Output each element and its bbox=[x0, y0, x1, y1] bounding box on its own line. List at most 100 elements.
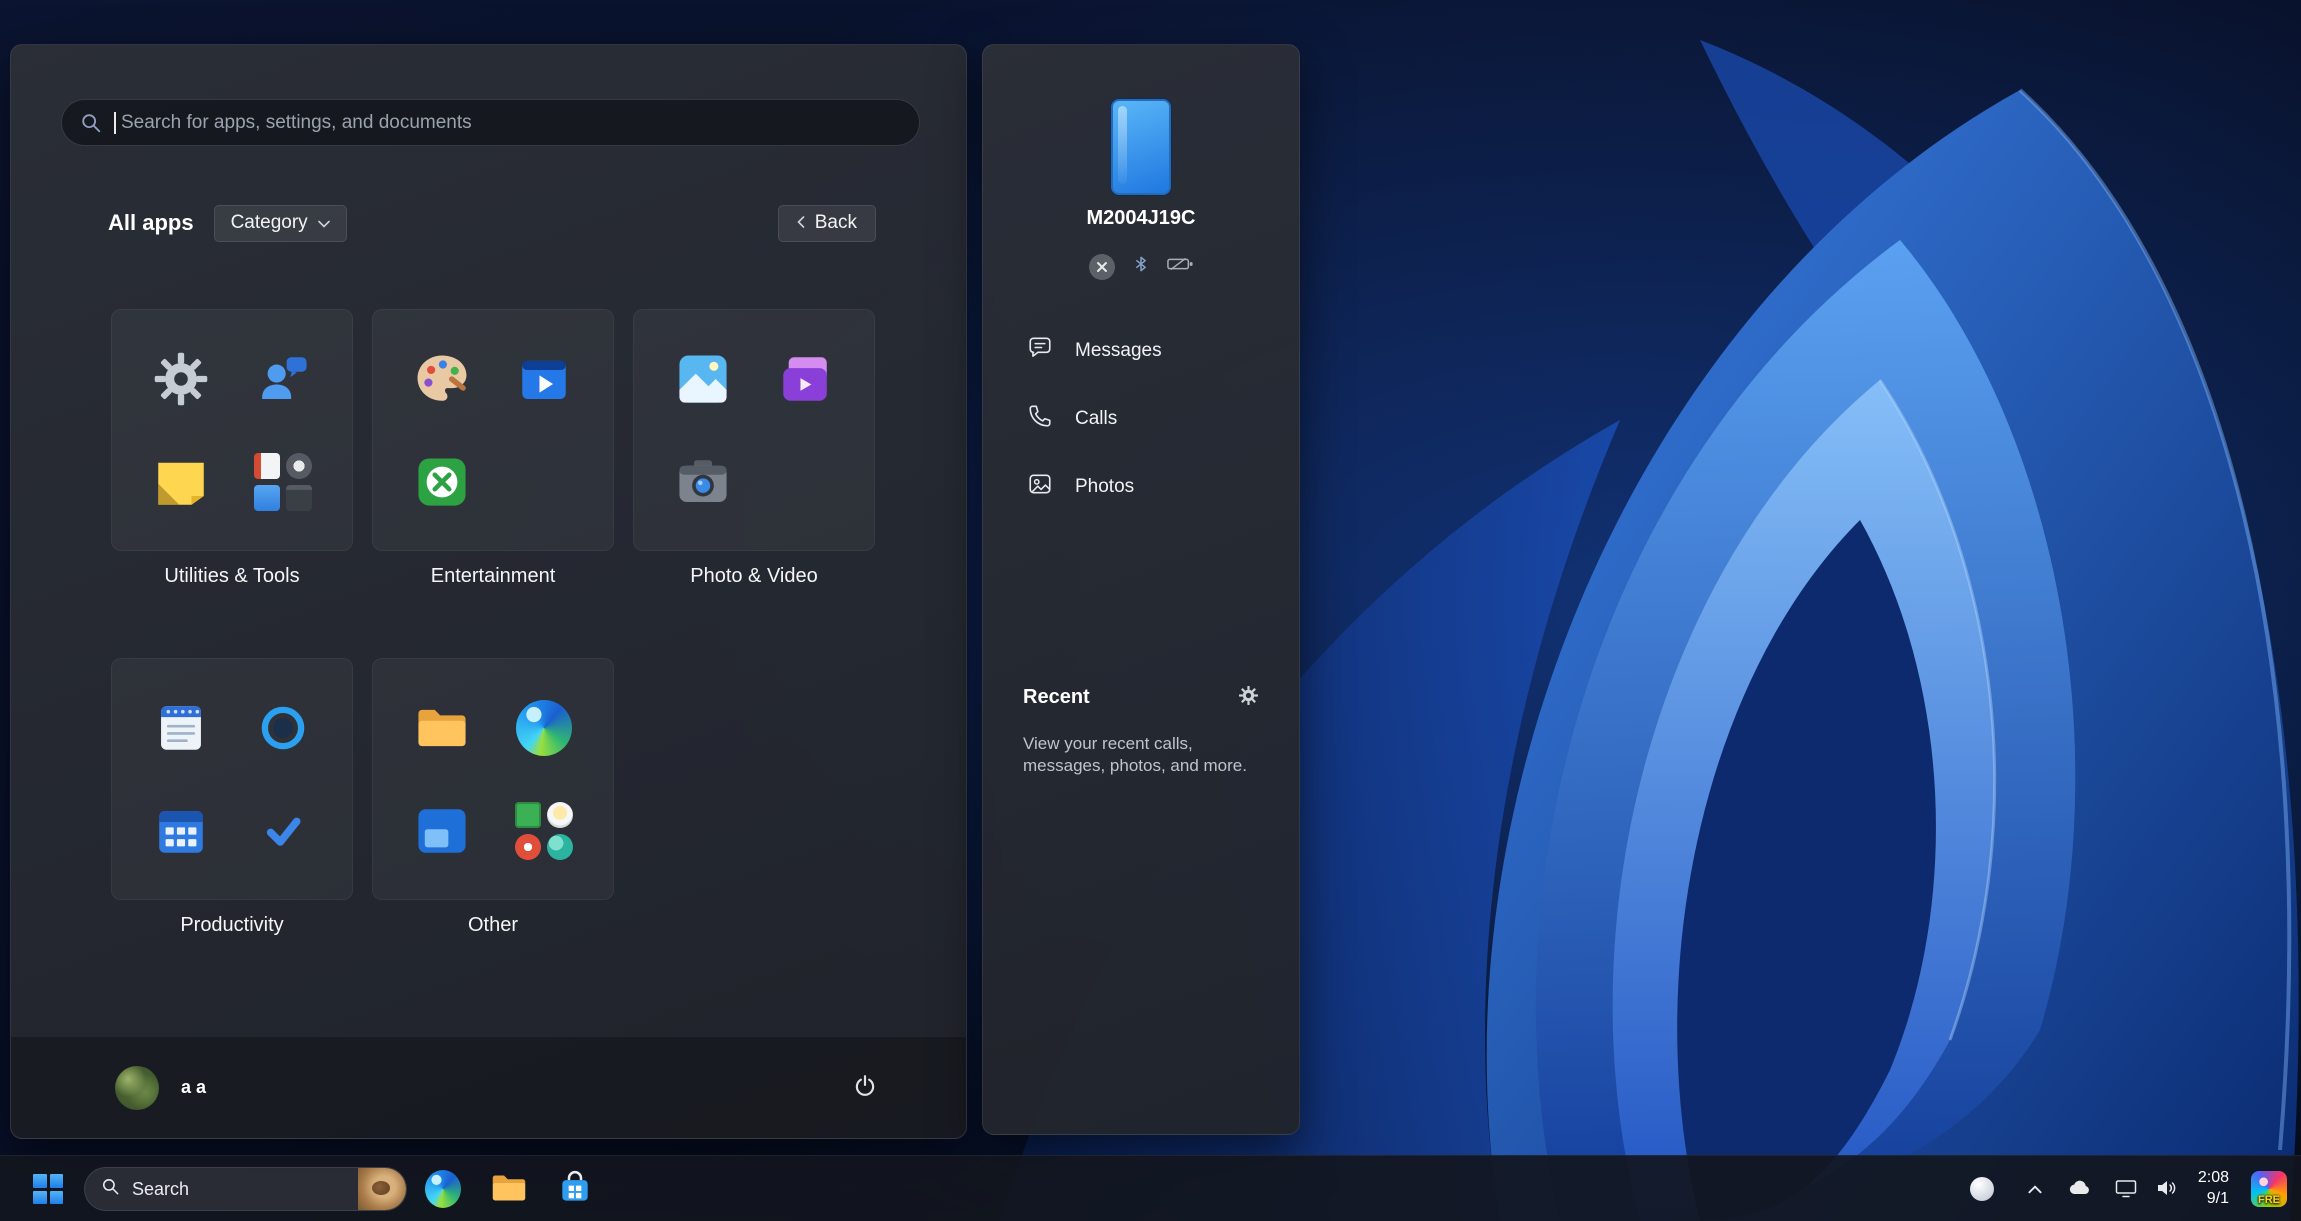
category-tile-utilities-tools[interactable]: Utilities & Tools bbox=[111, 309, 353, 588]
pinned-apps bbox=[419, 1156, 599, 1221]
bluetooth-icon bbox=[1131, 253, 1151, 280]
settings-icon bbox=[149, 347, 213, 411]
chevron-left-icon bbox=[797, 212, 805, 234]
menu-item-photos[interactable]: Photos bbox=[983, 453, 1299, 521]
more-apps-icons bbox=[512, 799, 576, 863]
all-apps-title: All apps bbox=[108, 210, 194, 235]
to-do-icon bbox=[251, 799, 315, 863]
gear-icon bbox=[1238, 685, 1259, 709]
power-button[interactable] bbox=[843, 1066, 887, 1110]
category-label: Photo & Video bbox=[690, 565, 818, 587]
lightbulb-mini-icon bbox=[547, 801, 573, 828]
start-search-input[interactable] bbox=[119, 110, 901, 135]
category-dropdown-label: Category bbox=[230, 212, 308, 233]
menu-item-label: Messages bbox=[1075, 340, 1162, 361]
battery-unknown-icon bbox=[1167, 256, 1193, 277]
network-button[interactable] bbox=[2114, 1156, 2138, 1221]
system-tray: 2:08 9/1 FRE bbox=[1969, 1156, 2287, 1221]
category-tile-other[interactable]: Other bbox=[372, 658, 614, 937]
remote-desktop-icon bbox=[410, 799, 474, 863]
clock-mini-icon bbox=[286, 452, 312, 479]
menu-item-calls[interactable]: Calls bbox=[983, 385, 1299, 453]
calendar-icon bbox=[149, 799, 213, 863]
device-name: M2004J19C bbox=[1086, 207, 1196, 229]
recent-description: View your recent calls, messages, photos… bbox=[1023, 734, 1247, 776]
more-utilities-icons bbox=[251, 450, 315, 514]
search-icon bbox=[101, 1177, 120, 1201]
xbox-icon bbox=[410, 450, 474, 514]
volume-button[interactable] bbox=[2154, 1156, 2178, 1221]
windows-logo-icon bbox=[33, 1174, 63, 1204]
back-button[interactable]: Back bbox=[777, 204, 876, 242]
taskbar-edge-button[interactable] bbox=[419, 1165, 467, 1213]
phone-preview-image bbox=[1111, 99, 1171, 195]
category-label: Utilities & Tools bbox=[164, 565, 300, 587]
get-help-icon bbox=[251, 347, 315, 411]
category-tile-productivity[interactable]: Productivity bbox=[111, 658, 353, 937]
paint-icon bbox=[410, 347, 474, 411]
menu-item-messages[interactable]: Messages bbox=[983, 317, 1299, 385]
microsoft-store-icon bbox=[556, 1169, 594, 1210]
search-highlight-image bbox=[358, 1168, 406, 1210]
phone-status-row bbox=[983, 253, 1299, 280]
menu-item-label: Photos bbox=[1075, 476, 1135, 497]
movies-tv-icon bbox=[512, 347, 576, 411]
category-grid: Utilities & Tools Entertainment Photo & … bbox=[111, 309, 875, 937]
category-tile-photo-video[interactable]: Photo & Video bbox=[633, 309, 875, 588]
taskbar: Search 2:08 9/1 FRE bbox=[0, 1155, 2301, 1221]
tray-badge-label: FRE bbox=[2258, 1194, 2280, 1206]
user-profile[interactable]: a a bbox=[115, 1065, 207, 1110]
text-caret bbox=[114, 111, 116, 134]
widgets-mini-icon bbox=[515, 801, 541, 828]
tray-notification-icon[interactable]: FRE bbox=[2251, 1171, 2287, 1207]
taskbar-store-button[interactable] bbox=[551, 1165, 599, 1213]
start-menu: All apps Category Back bbox=[10, 44, 967, 1139]
photo-frame-icon bbox=[1027, 471, 1053, 503]
start-button[interactable] bbox=[22, 1163, 74, 1215]
sticky-notes-icon bbox=[149, 450, 213, 514]
category-tile-entertainment[interactable]: Entertainment bbox=[372, 309, 614, 588]
clock-time: 2:08 bbox=[2197, 1169, 2229, 1187]
cortana-icon bbox=[251, 696, 315, 760]
network-icon bbox=[2114, 1176, 2138, 1203]
edge-icon bbox=[425, 1170, 461, 1208]
globe-mini-icon bbox=[547, 833, 573, 860]
chevron-down-icon bbox=[317, 212, 330, 234]
document-mini-icon bbox=[254, 452, 280, 479]
photos-icon bbox=[671, 347, 735, 411]
phone-link-panel: M2004J19C Messages Calls Photos Recent V… bbox=[982, 44, 1300, 1135]
notepad-icon bbox=[149, 696, 213, 760]
taskbar-search-label: Search bbox=[132, 1178, 190, 1199]
phone-link-menu: Messages Calls Photos bbox=[983, 317, 1299, 521]
map-pin-mini-icon bbox=[515, 833, 541, 860]
user-name: a a bbox=[181, 1077, 207, 1097]
speaker-icon bbox=[2154, 1176, 2178, 1203]
all-apps-header: All apps Category Back bbox=[108, 203, 876, 243]
start-search-bar[interactable] bbox=[61, 99, 920, 146]
device-mini-icon bbox=[286, 484, 312, 511]
category-label: Productivity bbox=[180, 914, 284, 936]
copilot-icon[interactable] bbox=[1969, 1177, 1994, 1201]
recent-settings-button[interactable] bbox=[1238, 685, 1259, 709]
category-label: Other bbox=[467, 914, 519, 936]
category-dropdown[interactable]: Category bbox=[213, 204, 347, 242]
start-menu-footer: a a bbox=[11, 1036, 966, 1138]
search-icon bbox=[80, 112, 102, 134]
empty-slot bbox=[773, 450, 837, 514]
camera-icon bbox=[671, 450, 735, 514]
power-icon bbox=[852, 1073, 878, 1102]
desktop: All apps Category Back bbox=[0, 0, 2301, 1221]
onedrive-button[interactable] bbox=[2068, 1156, 2092, 1221]
taskbar-clock[interactable]: 2:08 9/1 bbox=[2198, 1168, 2229, 1210]
file-explorer-icon bbox=[489, 1168, 529, 1211]
back-button-label: Back bbox=[814, 212, 857, 233]
chevron-up-icon bbox=[2028, 1182, 2042, 1197]
message-bubble-icon bbox=[1027, 335, 1053, 367]
file-explorer-icon bbox=[410, 696, 474, 760]
taskbar-search-box[interactable]: Search bbox=[84, 1167, 407, 1211]
category-label: Entertainment bbox=[430, 565, 556, 587]
clock-date: 9/1 bbox=[2206, 1190, 2229, 1207]
hidden-icons-button[interactable] bbox=[2028, 1156, 2042, 1221]
monitor-mini-icon bbox=[254, 484, 280, 511]
taskbar-file-explorer-button[interactable] bbox=[485, 1165, 533, 1213]
